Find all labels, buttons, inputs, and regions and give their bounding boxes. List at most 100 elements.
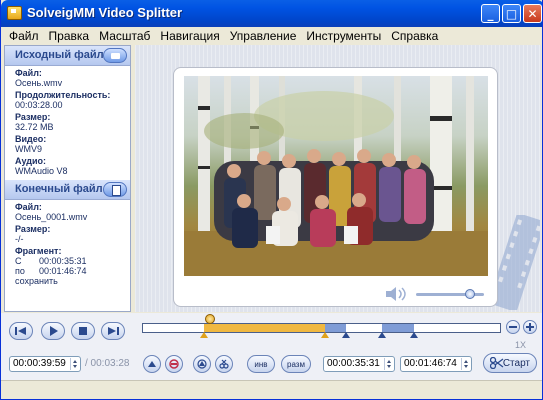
scissors-icon	[490, 357, 504, 369]
source-file-title: Исходный файл	[15, 49, 104, 61]
maximize-button[interactable]: □	[502, 4, 521, 23]
volume-slider-knob[interactable]	[465, 289, 476, 299]
source-file-label: Файл:	[15, 68, 42, 78]
timeline-playhead[interactable]	[204, 314, 215, 324]
output-file-title: Конечный файл	[15, 183, 103, 195]
current-time-spinner[interactable]	[70, 358, 79, 370]
video-value: WMV9	[15, 144, 42, 154]
source-file-header: Исходный файл	[5, 46, 130, 66]
timeline-marker[interactable]	[378, 332, 387, 338]
close-button[interactable]: ✕	[523, 4, 542, 23]
video-preview-image[interactable]	[184, 76, 488, 276]
cut-fragment-button[interactable]	[215, 355, 233, 373]
timeline-segment[interactable]	[203, 324, 326, 332]
output-file-header: Конечный файл	[5, 180, 130, 200]
menu-navigation[interactable]: Навигация	[155, 29, 224, 43]
menu-zoom[interactable]: Масштаб	[94, 29, 155, 43]
previous-frame-button[interactable]	[9, 322, 33, 340]
video-label: Видео:	[15, 134, 47, 144]
stop-icon	[79, 327, 87, 335]
menu-edit[interactable]: Правка	[44, 29, 95, 43]
timeline-marker[interactable]	[321, 332, 330, 338]
fragment-end-spinner[interactable]	[461, 358, 470, 370]
current-time-value: 00:00:39:59	[13, 358, 66, 369]
audio-label: Аудио:	[15, 156, 47, 166]
marker-icon	[197, 359, 207, 369]
scissors-icon	[219, 359, 229, 369]
timeline-segment[interactable]	[325, 324, 347, 332]
status-bar	[1, 380, 542, 399]
play-button[interactable]	[41, 322, 65, 340]
output-file-info: Файл: Осень_0001.wmv Размер: -/- Фрагмен…	[5, 200, 130, 286]
output-file-value: Осень_0001.wmv	[15, 212, 88, 222]
fragment-to-value: 00:01:46:74	[39, 266, 87, 276]
video-preview-area	[135, 45, 541, 312]
window-title: SolveigMM Video Splitter	[27, 5, 183, 20]
current-time-field[interactable]: 00:00:39:59	[9, 356, 81, 372]
menu-control[interactable]: Управление	[225, 29, 302, 43]
total-duration: / 00:03:28	[85, 358, 130, 369]
fragment-to-prefix: по	[15, 266, 25, 276]
fragment-label: Фрагмент:	[15, 246, 62, 256]
fragment-from-value: 00:00:35:31	[39, 256, 87, 266]
zoom-level: 1X	[515, 340, 527, 350]
skip-forward-icon	[108, 327, 119, 335]
fragment-from: С 00:00:35:31	[15, 256, 130, 266]
timeline-marker[interactable]	[199, 332, 208, 338]
audio-value: WMAudio V8	[15, 166, 68, 176]
fragment-to: по 00:01:46:74	[15, 266, 130, 276]
start-button-label: Старт	[502, 357, 530, 369]
minimize-button[interactable]: _	[481, 4, 500, 23]
timeline-segment[interactable]	[382, 324, 415, 332]
clear-marker-button[interactable]	[165, 355, 183, 373]
stop-button[interactable]	[71, 322, 95, 340]
duration-label: Продолжительность:	[15, 90, 111, 100]
fragment-start-field[interactable]: 00:00:35:31	[323, 356, 395, 372]
menu-tools[interactable]: Инструменты	[301, 29, 386, 43]
file-info-panel: Исходный файл Файл: Осень.wmv Продолжите…	[4, 45, 131, 312]
set-marker-button[interactable]	[193, 355, 211, 373]
duration-value: 00:03:28.00	[15, 100, 63, 110]
next-frame-button[interactable]	[101, 322, 125, 340]
fragment-from-prefix: С	[15, 256, 22, 266]
invert-selection-button[interactable]: инв	[247, 355, 275, 373]
skip-back-icon	[15, 327, 26, 335]
output-size-label: Размер:	[15, 224, 51, 234]
volume-slider[interactable]	[416, 289, 484, 299]
film-strip-decoration	[494, 215, 540, 310]
triangle-up-icon	[148, 361, 156, 367]
title-bar[interactable]: SolveigMM Video Splitter _ □ ✕	[1, 0, 542, 27]
timeline-marker[interactable]	[410, 332, 419, 338]
size-value: 32.72 MB	[15, 122, 54, 132]
split-marks-button[interactable]: разм	[281, 355, 311, 373]
fragment-end-field[interactable]: 00:01:46:74	[400, 356, 472, 372]
no-entry-icon	[169, 359, 179, 369]
fragment-end-value: 00:01:46:74	[404, 358, 457, 369]
menu-file[interactable]: Файл	[4, 29, 44, 43]
minus-icon	[509, 326, 517, 328]
start-split-button[interactable]: Старт	[483, 353, 537, 373]
fragment-action: сохранить	[15, 276, 58, 286]
menu-bar: Файл Правка Масштаб Навигация Управление…	[1, 27, 542, 44]
go-to-start-button[interactable]	[143, 355, 161, 373]
group-photo-illustration	[184, 76, 488, 276]
fragment-start-spinner[interactable]	[384, 358, 393, 370]
output-file-label: Файл:	[15, 202, 42, 212]
output-size-value: -/-	[15, 234, 24, 244]
save-file-icon[interactable]	[103, 182, 127, 197]
menu-help[interactable]: Справка	[386, 29, 443, 43]
plus-icon	[526, 323, 534, 331]
fragment-start-value: 00:00:35:31	[327, 358, 380, 369]
app-folder-icon	[7, 6, 22, 20]
zoom-in-button[interactable]	[523, 320, 537, 334]
app-window: SolveigMM Video Splitter _ □ ✕ Файл Прав…	[0, 0, 543, 400]
size-label: Размер:	[15, 112, 51, 122]
volume-icon[interactable]	[384, 286, 410, 302]
source-file-value: Осень.wmv	[15, 78, 63, 88]
source-file-info: Файл: Осень.wmv Продолжительность: 00:03…	[5, 66, 130, 180]
zoom-out-button[interactable]	[506, 320, 520, 334]
timeline-marker[interactable]	[342, 332, 351, 338]
timeline-track[interactable]	[142, 323, 501, 338]
open-folder-icon[interactable]	[103, 48, 127, 63]
play-icon	[50, 326, 58, 336]
